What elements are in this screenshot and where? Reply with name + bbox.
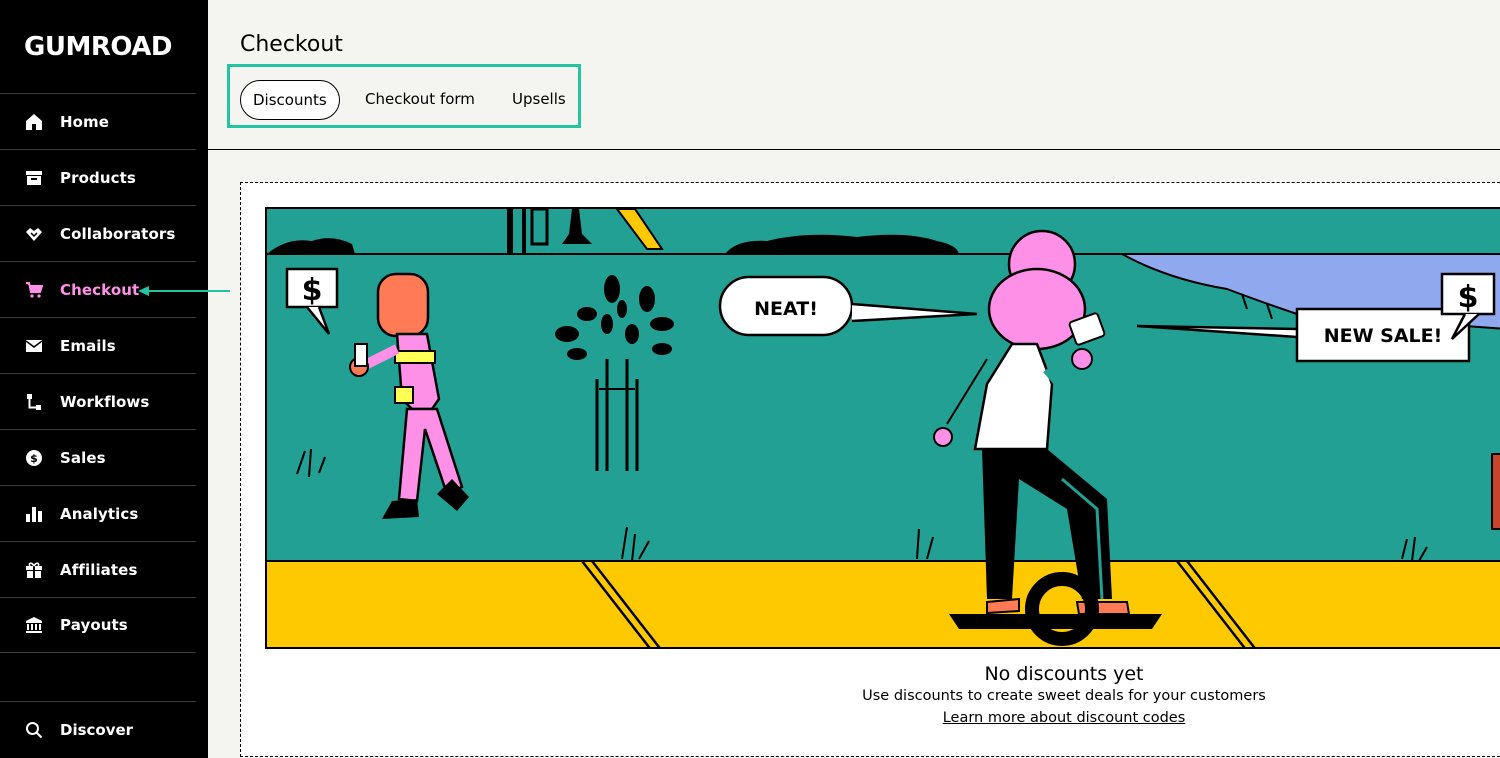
sidebar-item-products[interactable]: Products xyxy=(0,149,196,205)
new-sale-bubble-text: NEW SALE! xyxy=(1324,325,1443,347)
page-header: Checkout Discounts Checkout form Upsells xyxy=(208,0,1500,150)
sidebar-item-label: Collaborators xyxy=(60,224,176,243)
sidebar-item-label: Analytics xyxy=(60,504,139,523)
sidebar-item-home[interactable]: Home xyxy=(0,93,196,149)
sidebar-item-label: Sales xyxy=(60,448,106,467)
tab-bar: Discounts Checkout form Upsells xyxy=(227,64,581,128)
envelope-icon xyxy=(24,336,44,356)
tab-discounts[interactable]: Discounts xyxy=(240,80,340,120)
sidebar-item-affiliates[interactable]: Affiliates xyxy=(0,541,196,597)
search-icon xyxy=(24,720,44,740)
sidebar-item-label: Discover xyxy=(60,720,134,739)
home-icon xyxy=(24,112,44,132)
svg-text:$: $ xyxy=(30,452,38,465)
dollar-circle-icon: $ xyxy=(24,448,44,468)
sidebar-item-collaborators[interactable]: Collaborators xyxy=(0,205,196,261)
sidebar-item-label: Affiliates xyxy=(60,560,138,579)
tab-upsells[interactable]: Upsells xyxy=(500,80,578,120)
sidebar-item-discover[interactable]: Discover xyxy=(0,701,196,757)
sidebar-item-label: Payouts xyxy=(60,616,128,634)
learn-more-link[interactable]: Learn more about discount codes xyxy=(864,710,1264,726)
sidebar-item-sales[interactable]: $ Sales xyxy=(0,429,196,485)
arrow-indicator-icon xyxy=(138,286,230,296)
sidebar-item-emails[interactable]: Emails xyxy=(0,317,196,373)
handshake-icon xyxy=(24,224,44,244)
sidebar-item-workflows[interactable]: Workflows xyxy=(0,373,196,429)
sidebar-nav: Home Products Collaborators Checkout Ema… xyxy=(0,93,196,653)
neat-bubble-text: NEAT! xyxy=(754,298,818,320)
empty-state-illustration: $ NEAT! NEW SALE! $ xyxy=(265,207,1500,649)
sidebar-item-label: Checkout xyxy=(60,280,140,299)
workflow-icon xyxy=(24,392,44,412)
sidebar-item-analytics[interactable]: Analytics xyxy=(0,485,196,541)
sidebar: GUMROAD Home Products Collaborators Chec… xyxy=(0,0,208,758)
sidebar-item-label: Products xyxy=(60,168,136,187)
svg-text:$: $ xyxy=(1458,280,1479,315)
tab-checkout-form[interactable]: Checkout form xyxy=(353,80,487,120)
svg-text:GUMROAD: GUMROAD xyxy=(24,32,172,59)
gift-icon xyxy=(24,560,44,580)
sidebar-item-label: Home xyxy=(60,112,110,131)
sidebar-item-label: Emails xyxy=(60,336,116,355)
empty-state-description: Use discounts to create sweet deals for … xyxy=(862,688,1266,704)
svg-text:$: $ xyxy=(302,273,323,308)
bar-chart-icon xyxy=(24,504,44,524)
gumroad-logo[interactable]: GUMROAD xyxy=(24,31,174,59)
sidebar-item-label: Workflows xyxy=(60,392,150,411)
empty-state-title: No discounts yet xyxy=(984,663,1144,685)
cart-icon xyxy=(24,280,44,300)
archive-icon xyxy=(24,168,44,188)
bank-icon xyxy=(24,615,44,635)
page-title: Checkout xyxy=(240,32,343,57)
sidebar-item-payouts[interactable]: Payouts xyxy=(0,597,196,653)
